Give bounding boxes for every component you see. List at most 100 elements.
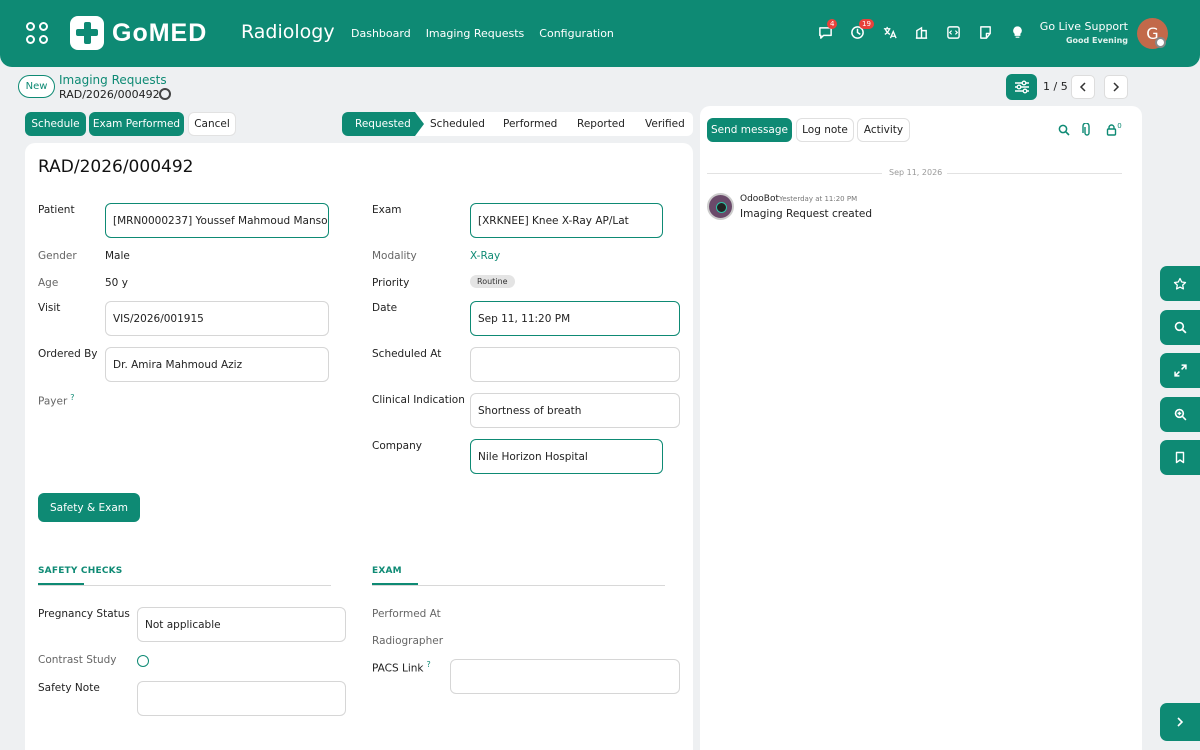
company-field[interactable]: Nile Horizon Hospital — [470, 439, 663, 474]
tab-active-indicator — [372, 583, 418, 585]
tab-exam[interactable]: EXAM — [372, 566, 402, 576]
patient-label: Patient — [38, 204, 75, 216]
safety-exam-button[interactable]: Safety & Exam — [38, 493, 140, 522]
filter-sliders-icon[interactable] — [1006, 74, 1037, 100]
safety-note-field[interactable] — [137, 681, 346, 716]
clock-icon[interactable]: 19 — [850, 19, 874, 40]
systray: 4 19 — [818, 19, 1025, 40]
pregnancy-status-field[interactable]: Not applicable — [137, 607, 346, 642]
followers-lock-icon[interactable]: 0 — [1103, 122, 1125, 137]
translate-icon[interactable] — [882, 25, 897, 40]
chevron-left-icon — [1079, 82, 1086, 92]
expand-icon[interactable] — [1160, 353, 1200, 388]
pager-next-button[interactable] — [1104, 75, 1128, 99]
search-icon[interactable] — [1057, 123, 1071, 137]
bookmark-icon[interactable] — [1160, 440, 1200, 475]
exam-field[interactable]: [XRKNEE] Knee X-Ray AP/Lat — [470, 203, 663, 238]
contrast-study-label: Contrast Study — [38, 654, 117, 666]
new-button[interactable]: New — [18, 75, 55, 98]
help-tooltip-icon[interactable]: ? — [427, 660, 431, 669]
patient-field[interactable]: [MRN0000237] Youssef Mahmoud Mansour — [105, 203, 329, 238]
ordered-by-field[interactable]: Dr. Amira Mahmoud Aziz — [105, 347, 329, 382]
message-date: Yesterday at 11:20 PM — [779, 195, 858, 203]
pager-value[interactable]: 1 / 5 — [1043, 80, 1068, 93]
chevron-right-icon — [1113, 82, 1120, 92]
breadcrumb-current: RAD/2026/000492 — [59, 88, 160, 101]
date-separator: Sep 11, 2026 — [707, 168, 1122, 178]
menu-dashboard[interactable]: Dashboard — [351, 27, 411, 40]
messages-badge: 4 — [827, 19, 838, 29]
clinical-indication-label: Clinical Indication — [372, 394, 465, 406]
logo-cross-icon — [70, 16, 104, 50]
modality-label: Modality — [372, 250, 417, 262]
performed-at-label: Performed At — [372, 608, 441, 620]
odoobot-avatar[interactable] — [707, 193, 734, 220]
status-scheduled[interactable]: Scheduled — [430, 112, 485, 136]
message-author[interactable]: OdooBot — [740, 194, 779, 204]
activity-button[interactable]: Activity — [857, 118, 910, 142]
date-label: Date — [372, 302, 398, 314]
schedule-button[interactable]: Schedule — [25, 112, 86, 136]
user-menu-text[interactable]: Go Live Support Good Evening — [1040, 20, 1128, 45]
exam-label: Exam — [372, 204, 402, 216]
status-verified[interactable]: Verified — [645, 112, 685, 136]
send-message-button[interactable]: Send message — [707, 118, 792, 142]
tab-divider — [372, 585, 665, 586]
top-navbar: GoMED Radiology Dashboard Imaging Reques… — [0, 0, 1200, 67]
record-title: RAD/2026/000492 — [38, 157, 194, 177]
lightbulb-icon[interactable] — [1010, 25, 1025, 40]
tab-safety-checks[interactable]: SAFETY CHECKS — [38, 566, 122, 576]
status-performed[interactable]: Performed — [503, 112, 557, 136]
company-building-icon[interactable] — [914, 25, 929, 40]
company-label: Company — [372, 440, 422, 452]
gender-value: Male — [105, 250, 130, 262]
code-window-icon[interactable] — [946, 25, 961, 40]
greeting-text: Good Evening — [1065, 36, 1128, 45]
chevron-right-icon[interactable] — [1160, 703, 1200, 741]
status-requested[interactable]: Requested — [342, 112, 424, 136]
paperclip-icon[interactable] — [1080, 123, 1094, 137]
modality-link[interactable]: X-Ray — [470, 250, 500, 262]
scheduled-at-label: Scheduled At — [372, 348, 442, 360]
gear-icon[interactable] — [159, 88, 171, 100]
payer-label: Payer? — [38, 393, 75, 408]
zoom-in-icon[interactable] — [1160, 397, 1200, 432]
gender-label: Gender — [38, 250, 77, 262]
logo-text: GoMED — [112, 18, 208, 47]
contrast-study-checkbox[interactable] — [137, 655, 149, 667]
tab-divider — [38, 585, 331, 586]
priority-label: Priority — [372, 277, 410, 289]
log-note-button[interactable]: Log note — [796, 118, 854, 142]
gomed-logo[interactable]: GoMED — [70, 16, 207, 50]
radiographer-label: Radiographer — [372, 635, 444, 647]
tab-active-indicator — [38, 583, 84, 585]
status-reported[interactable]: Reported — [577, 112, 625, 136]
pacs-link-field[interactable] — [450, 659, 680, 694]
menu-imaging-requests[interactable]: Imaging Requests — [426, 27, 525, 40]
breadcrumb-parent-link[interactable]: Imaging Requests — [59, 73, 167, 87]
cancel-button[interactable]: Cancel — [188, 112, 236, 136]
pager-previous-button[interactable] — [1071, 75, 1095, 99]
visit-label: Visit — [38, 302, 61, 314]
date-separator-text: Sep 11, 2026 — [889, 168, 943, 177]
status-bar: Requested Scheduled Performed Reported V… — [342, 112, 693, 136]
visit-field[interactable]: VIS/2026/001915 — [105, 301, 329, 336]
message-body: Imaging Request created — [740, 208, 872, 220]
date-field[interactable]: Sep 11, 11:20 PM — [470, 301, 680, 336]
scheduled-at-field[interactable] — [470, 347, 680, 382]
menu-configuration[interactable]: Configuration — [539, 27, 614, 40]
ordered-by-label: Ordered By — [38, 348, 98, 360]
sticky-note-icon[interactable] — [978, 25, 993, 40]
presence-indicator — [1155, 37, 1166, 48]
chat-bubble-icon[interactable]: 4 — [818, 19, 838, 40]
search-icon[interactable] — [1160, 310, 1200, 345]
star-icon[interactable] — [1160, 266, 1200, 301]
app-menu-icon[interactable] — [26, 22, 48, 44]
priority-badge[interactable]: Routine — [470, 275, 515, 288]
support-title: Go Live Support — [1039, 20, 1128, 33]
top-menu: Dashboard Imaging Requests Configuration — [351, 27, 614, 40]
help-tooltip-icon[interactable]: ? — [70, 393, 74, 402]
safety-note-label: Safety Note — [38, 682, 100, 694]
clinical-indication-field[interactable]: Shortness of breath — [470, 393, 680, 428]
exam-performed-button[interactable]: Exam Performed — [89, 112, 184, 136]
